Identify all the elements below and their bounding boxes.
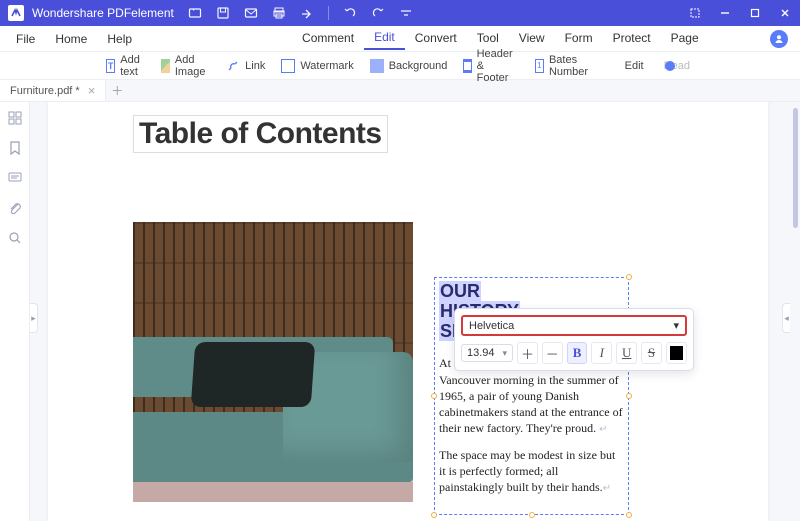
menu-help[interactable]: Help [97,28,142,50]
customize-icon[interactable] [399,6,413,20]
chevron-down-icon: ▾ [673,319,679,332]
resize-handle[interactable] [431,512,437,518]
add-text-button[interactable]: TAdd text [100,52,151,80]
tab-close-icon[interactable]: × [88,83,96,98]
italic-button[interactable]: I [591,342,612,364]
menu-page[interactable]: Page [661,29,709,49]
font-size-select[interactable]: 13.94 ▾ [461,344,513,362]
undo-icon[interactable] [343,6,357,20]
add-image-label: Add Image [175,54,210,78]
menu-home[interactable]: Home [45,28,97,50]
read-mode-label: Read [658,58,696,74]
resize-handle[interactable] [626,274,632,280]
font-family-value: Helvetica [469,320,514,332]
bates-label: Bates Number [549,54,593,78]
resize-handle[interactable] [626,393,632,399]
expand-right-handle[interactable]: ◂ [782,303,790,333]
scrollbar-thumb[interactable] [793,108,798,228]
link-button[interactable]: Link [220,57,271,75]
resize-handle[interactable] [529,512,535,518]
header-footer-button[interactable]: Header & Footer [457,46,524,86]
menu-comment[interactable]: Comment [292,29,364,49]
font-family-select[interactable]: Helvetica ▾ [461,315,687,336]
page-title[interactable]: Table of Contents [133,115,388,153]
left-sidebar [0,102,30,521]
save-icon[interactable] [216,6,230,20]
add-text-label: Add text [120,54,144,78]
edit-toolbar: TAdd text Add Image Link Watermark Backg… [0,52,800,80]
redo-icon[interactable] [371,6,385,20]
vertical-scrollbar[interactable] [790,102,800,521]
page-image[interactable] [133,222,413,502]
menu-form[interactable]: Form [555,29,603,49]
font-size-value: 13.94 [467,347,495,359]
header-footer-label: Header & Footer [477,48,519,84]
add-image-button[interactable]: Add Image [155,52,217,80]
workspace: ▸ ◂ Table of Contents [0,102,800,521]
expand-sidebar-handle[interactable]: ▸ [30,303,38,333]
background-button[interactable]: Background [364,57,454,75]
mail-icon[interactable] [244,6,258,20]
app-name: Wondershare PDFelement [32,6,174,20]
print-icon[interactable] [272,6,286,20]
strikethrough-button[interactable]: S [641,342,662,364]
document-tab[interactable]: Furniture.pdf * × [0,80,106,101]
menu-bar: File Home Help Comment Edit Convert Tool… [0,26,800,52]
resize-handle[interactable] [626,512,632,518]
document-canvas[interactable]: ▸ ◂ Table of Contents [30,102,800,521]
underline-button[interactable]: U [616,342,637,364]
bates-number-button[interactable]: 1Bates Number [529,52,599,80]
textbox-body[interactable]: At the brink of daylight on a quaint Van… [439,355,624,495]
tab-add-button[interactable]: ＋ [106,80,128,101]
open-icon[interactable] [188,6,202,20]
watermark-label: Watermark [300,60,353,72]
menu-protect[interactable]: Protect [603,29,661,49]
text-format-popup: Helvetica ▾ 13.94 ▾ ＋ － B I U S [454,308,694,371]
edit-mode-label: Edit [619,58,650,74]
attachments-icon[interactable] [7,200,23,216]
chevron-down-icon: ▾ [503,348,508,359]
user-avatar[interactable] [770,30,788,48]
window-secondary-icon[interactable] [680,0,710,26]
app-logo [8,5,24,21]
bookmark-icon[interactable] [7,140,23,156]
bold-button[interactable]: B [567,342,588,364]
thumbnails-icon[interactable] [7,110,23,126]
minimize-button[interactable] [710,0,740,26]
separator [328,6,329,20]
background-label: Background [389,60,448,72]
tab-bar: Furniture.pdf * × ＋ [0,80,800,102]
text-color-button[interactable] [666,342,687,364]
titlebar: Wondershare PDFelement [0,0,800,26]
close-button[interactable] [770,0,800,26]
comments-icon[interactable] [7,170,23,186]
menu-file[interactable]: File [6,28,45,50]
decrease-size-button[interactable]: － [542,342,563,364]
resize-handle[interactable] [431,393,437,399]
increase-size-button[interactable]: ＋ [517,342,538,364]
watermark-button[interactable]: Watermark [275,57,359,75]
link-label: Link [245,60,265,72]
maximize-button[interactable] [740,0,770,26]
share-icon[interactable] [300,6,314,20]
search-icon[interactable] [7,230,23,246]
tab-label: Furniture.pdf * [10,85,80,97]
menu-edit[interactable]: Edit [364,28,405,50]
